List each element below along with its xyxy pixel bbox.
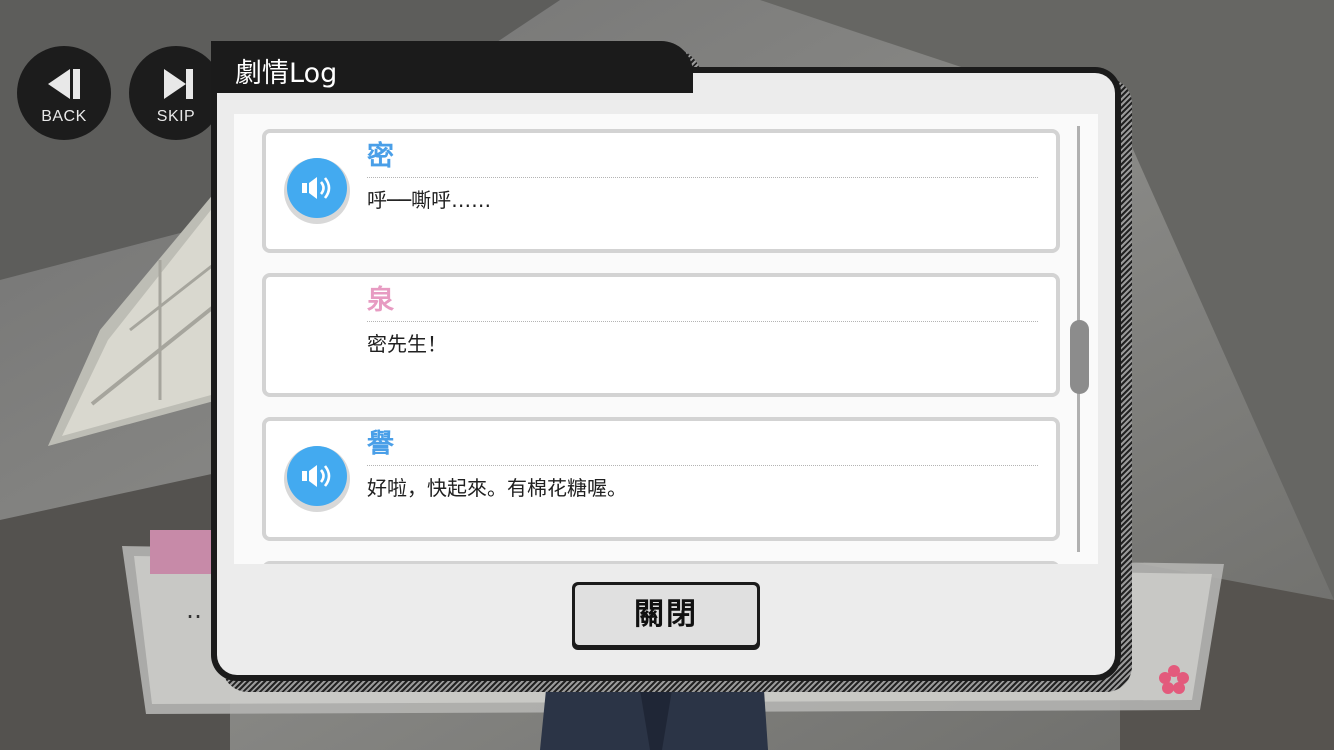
log-entry: 密 呼──嘶呼…… xyxy=(262,129,1060,253)
skip-icon xyxy=(164,69,193,99)
close-button-label: 關閉 xyxy=(575,585,757,645)
speaker-icon xyxy=(302,177,331,199)
voice-replay-button[interactable] xyxy=(284,158,350,224)
dialogue-text: 好啦，快起來。有棉花糖喔。 xyxy=(367,476,627,500)
speaker-name: 譽 xyxy=(367,429,394,460)
log-entry: 泉 密先生！ xyxy=(262,273,1060,397)
log-title: 劇情Log xyxy=(235,58,338,89)
dialogue-fragment-text: ‥ xyxy=(186,596,202,624)
speaker-name: 密 xyxy=(367,141,394,172)
skip-button[interactable]: SKIP xyxy=(129,46,223,140)
scrollbar-thumb[interactable] xyxy=(1070,320,1089,394)
back-button[interactable]: BACK xyxy=(17,46,111,140)
dialogue-text: 密先生！ xyxy=(367,332,447,356)
entry-divider xyxy=(367,321,1038,322)
voice-replay-button[interactable] xyxy=(284,446,350,512)
entry-divider xyxy=(367,465,1038,466)
back-button-label: BACK xyxy=(41,108,87,125)
log-entry: 譽 好啦，快起來。有棉花糖喔。 xyxy=(262,417,1060,541)
skip-button-label: SKIP xyxy=(156,108,196,125)
close-button[interactable]: 關閉 xyxy=(572,582,760,650)
speaker-name: 泉 xyxy=(367,285,394,316)
dialogue-text: 呼──嘶呼…… xyxy=(367,188,492,212)
log-entry-partial xyxy=(262,561,1060,564)
entry-divider xyxy=(367,177,1038,178)
back-icon xyxy=(48,69,80,99)
log-entry-list[interactable]: 密 呼──嘶呼…… 泉 密先生！ 譽 好啦，快起來。有棉花糖喔。 xyxy=(234,114,1098,564)
speaker-icon xyxy=(302,465,331,487)
log-title-tab: 劇情Log xyxy=(211,41,693,93)
